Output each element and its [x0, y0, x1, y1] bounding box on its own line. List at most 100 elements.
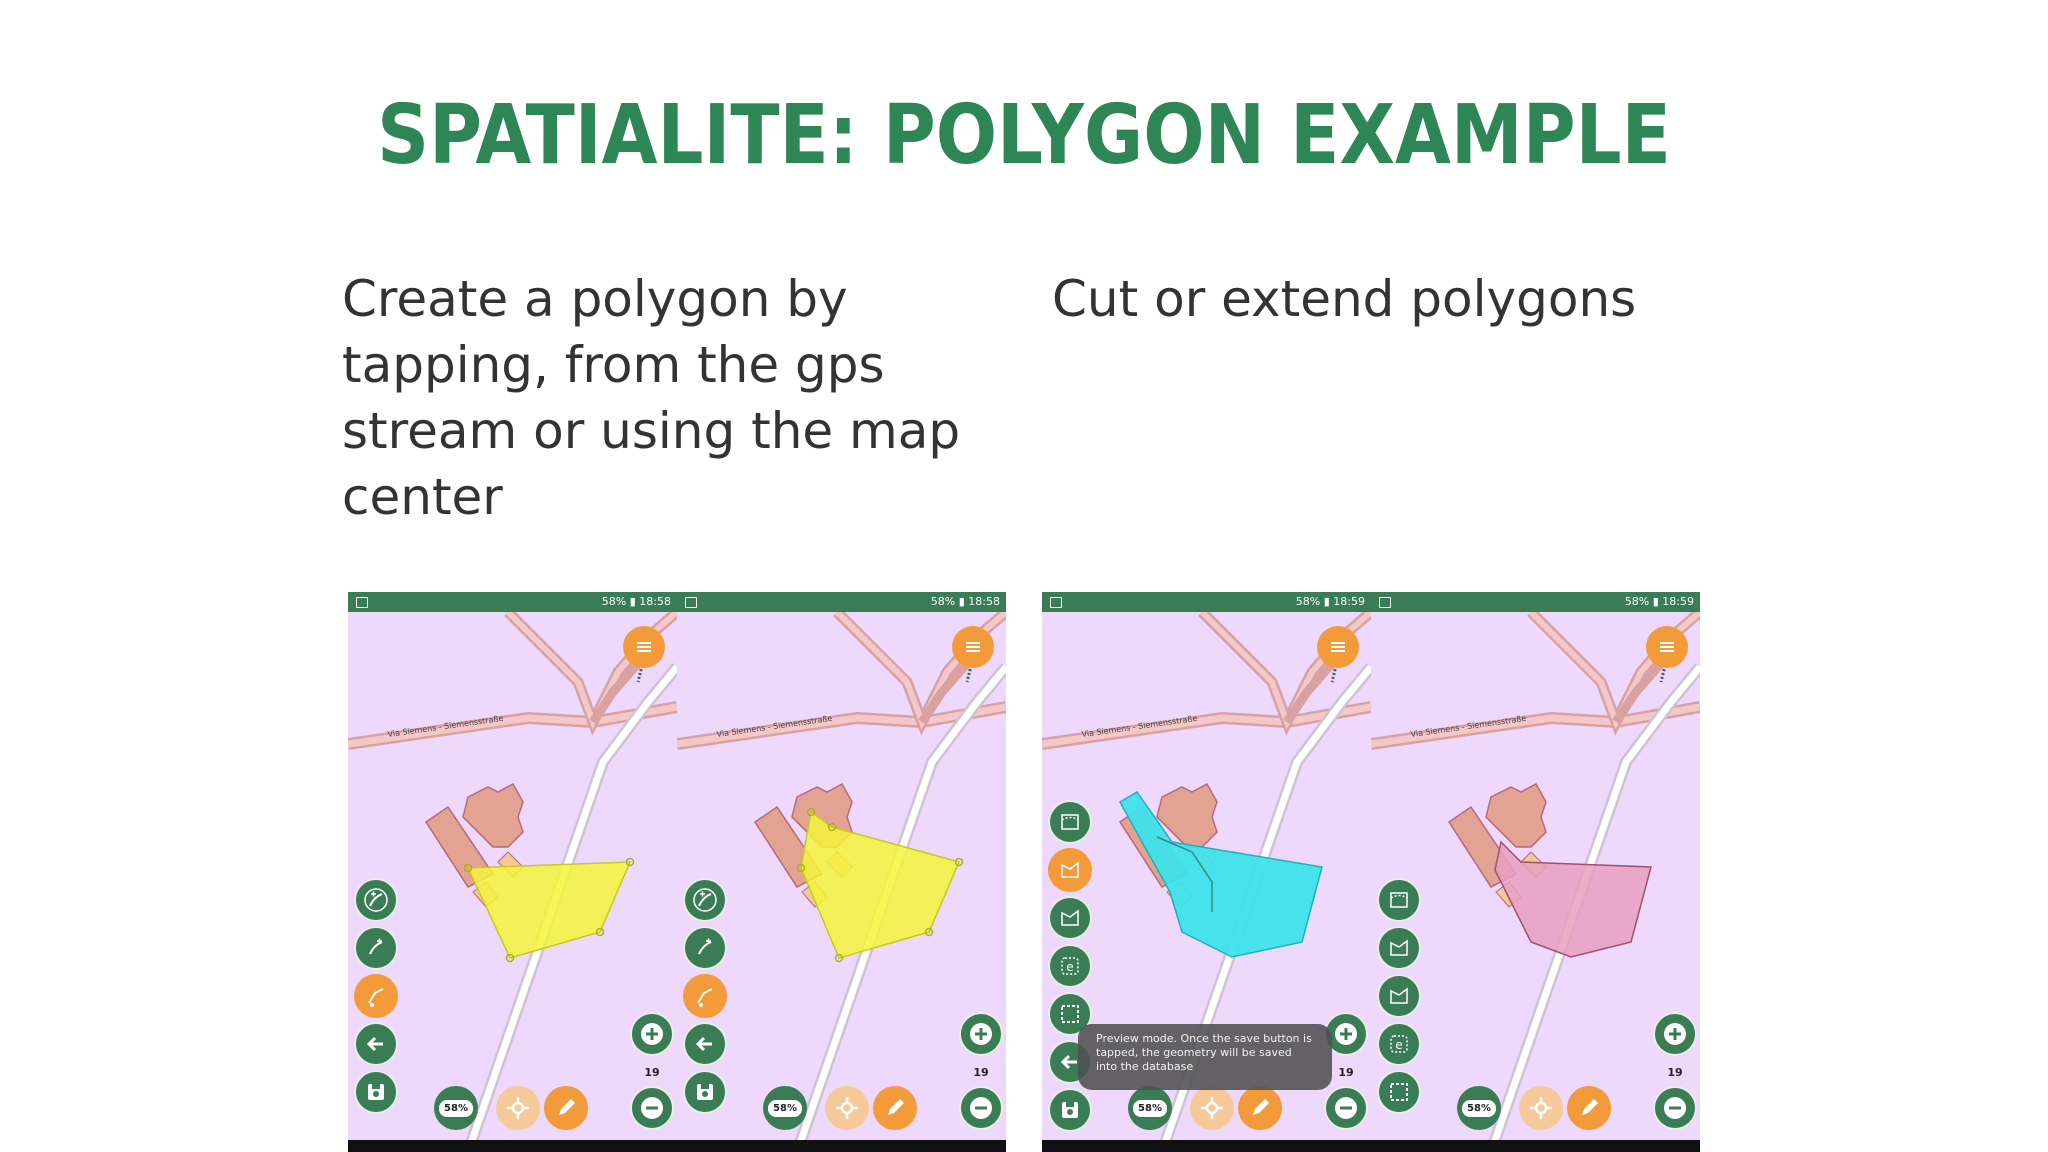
menu-button[interactable] [623, 626, 665, 668]
zoom-out-button[interactable] [630, 1086, 674, 1130]
status-bar: 58% ▮ 18:58 [677, 592, 1006, 612]
zoom-in-button[interactable] [1653, 1012, 1697, 1056]
crosshair-icon [1201, 1097, 1223, 1119]
gps-stream-button[interactable] [683, 974, 727, 1018]
status-bar: 58% ▮ 18:58 [348, 592, 677, 612]
clock: 18:59 [1662, 595, 1694, 608]
status-bar: 58% ▮ 18:59 [1042, 592, 1371, 612]
plus-icon [1335, 1023, 1357, 1045]
hamburger-icon [637, 642, 651, 652]
zoom-in-button[interactable] [959, 1012, 1003, 1056]
edit-button[interactable] [873, 1086, 917, 1130]
polygon-layer [463, 857, 635, 963]
cutpoly-icon [1061, 814, 1079, 830]
map-view[interactable]: Via Siemens - Siemensstraße [348, 612, 677, 1152]
edit-polygon-button[interactable] [1377, 974, 1421, 1018]
save-icon [368, 1084, 384, 1100]
gps-accuracy-badge[interactable]: 58% [763, 1086, 807, 1130]
extpoly-icon [1390, 939, 1408, 956]
menu-button[interactable] [1646, 626, 1688, 668]
zoom-level: 19 [1667, 1066, 1683, 1079]
save-button[interactable] [354, 1070, 398, 1114]
polygon-geometry [466, 861, 632, 959]
save-button[interactable] [683, 1070, 727, 1114]
clock: 18:59 [1333, 595, 1365, 608]
battery-level: 58% [1295, 595, 1321, 608]
addpt2-icon [698, 938, 712, 955]
phone-screenshot: 58% ▮ 18:58 Via Siemens - Siemensstraße [348, 592, 677, 1152]
map-view[interactable]: Via Siemens - Siemensstraße [677, 612, 1006, 1152]
crosshair-icon [836, 1097, 858, 1119]
status-text: 58% ▮ 18:59 [1624, 595, 1694, 608]
zoom-level: 19 [644, 1066, 660, 1079]
cut-polygon-button[interactable] [1377, 878, 1421, 922]
notification-icon [685, 597, 697, 608]
edit-button[interactable] [1567, 1086, 1611, 1130]
menu-button[interactable] [952, 626, 994, 668]
gps-accuracy-badge[interactable]: 58% [1128, 1086, 1172, 1130]
notification-icon [1379, 597, 1391, 608]
cutpoly-icon [1390, 892, 1408, 908]
zoom-out-button[interactable] [1324, 1086, 1368, 1130]
add-vertex-button[interactable] [683, 926, 727, 970]
zoom-out-button[interactable] [959, 1086, 1003, 1130]
extpoly-icon [1061, 861, 1079, 878]
polygon-geometry [800, 810, 961, 959]
minus-icon [1664, 1097, 1686, 1119]
feature-info-button[interactable]: e [1377, 1022, 1421, 1066]
cut-polygon-button[interactable] [1048, 800, 1092, 844]
polygon-geometry [1494, 840, 1652, 958]
notification-icon [356, 597, 368, 608]
edit-button[interactable] [1238, 1086, 1282, 1130]
crosshair-icon [1530, 1097, 1552, 1119]
map-view[interactable]: Via Siemens - Siemensstraße [1371, 612, 1700, 1152]
eicon-icon: e [1390, 1035, 1408, 1053]
left-column-text: Create a polygon by tapping, from the gp… [342, 270, 961, 526]
add-vertex-button[interactable] [354, 926, 398, 970]
gps-center-button[interactable] [825, 1086, 869, 1130]
save-icon [697, 1084, 713, 1100]
undo-button[interactable] [354, 1022, 398, 1066]
pencil-icon [1582, 1099, 1598, 1115]
zoom-in-button[interactable] [630, 1012, 674, 1056]
gps-center-button[interactable] [1519, 1086, 1563, 1130]
gps-stream-button[interactable] [354, 974, 398, 1018]
gpsline-icon [368, 988, 384, 1007]
hamburger-icon [966, 642, 980, 652]
zoom-out-button[interactable] [1653, 1086, 1697, 1130]
addpt-icon [693, 888, 717, 912]
notification-icon [1050, 597, 1062, 608]
extend-polygon-button[interactable] [1377, 926, 1421, 970]
android-nav-bar [348, 1140, 677, 1152]
android-nav-bar [1042, 1140, 1371, 1152]
select-button[interactable] [1377, 1070, 1421, 1114]
add-point-button[interactable] [683, 878, 727, 922]
gps-accuracy-badge[interactable]: 58% [434, 1086, 478, 1130]
zoom-level: 19 [1338, 1066, 1354, 1079]
clock: 18:58 [968, 595, 1000, 608]
hamburger-icon [1660, 642, 1674, 652]
gps-center-button[interactable] [1190, 1086, 1234, 1130]
crosshair-icon [507, 1097, 529, 1119]
status-text: 58% ▮ 18:58 [601, 595, 671, 608]
gps-accuracy-badge[interactable]: 58% [1457, 1086, 1501, 1130]
plus-icon [970, 1023, 992, 1045]
android-nav-bar [677, 1140, 1006, 1152]
menu-button[interactable] [1317, 626, 1359, 668]
save-icon [1062, 1102, 1078, 1118]
edit-button[interactable] [544, 1086, 588, 1130]
battery-level: 58% [601, 595, 627, 608]
extpoly-icon [1390, 987, 1408, 1004]
gps-center-button[interactable] [496, 1086, 540, 1130]
select-icon [1390, 1083, 1408, 1101]
back-icon [366, 1036, 383, 1052]
feature-info-button[interactable]: e [1048, 944, 1092, 988]
edit-polygon-button[interactable] [1048, 896, 1092, 940]
undo-button[interactable] [683, 1022, 727, 1066]
add-point-button[interactable] [354, 878, 398, 922]
pencil-icon [888, 1099, 904, 1115]
extend-polygon-button[interactable] [1048, 848, 1092, 892]
polygon-geometry [1118, 791, 1323, 958]
minus-icon [641, 1097, 663, 1119]
save-button[interactable] [1048, 1088, 1092, 1132]
